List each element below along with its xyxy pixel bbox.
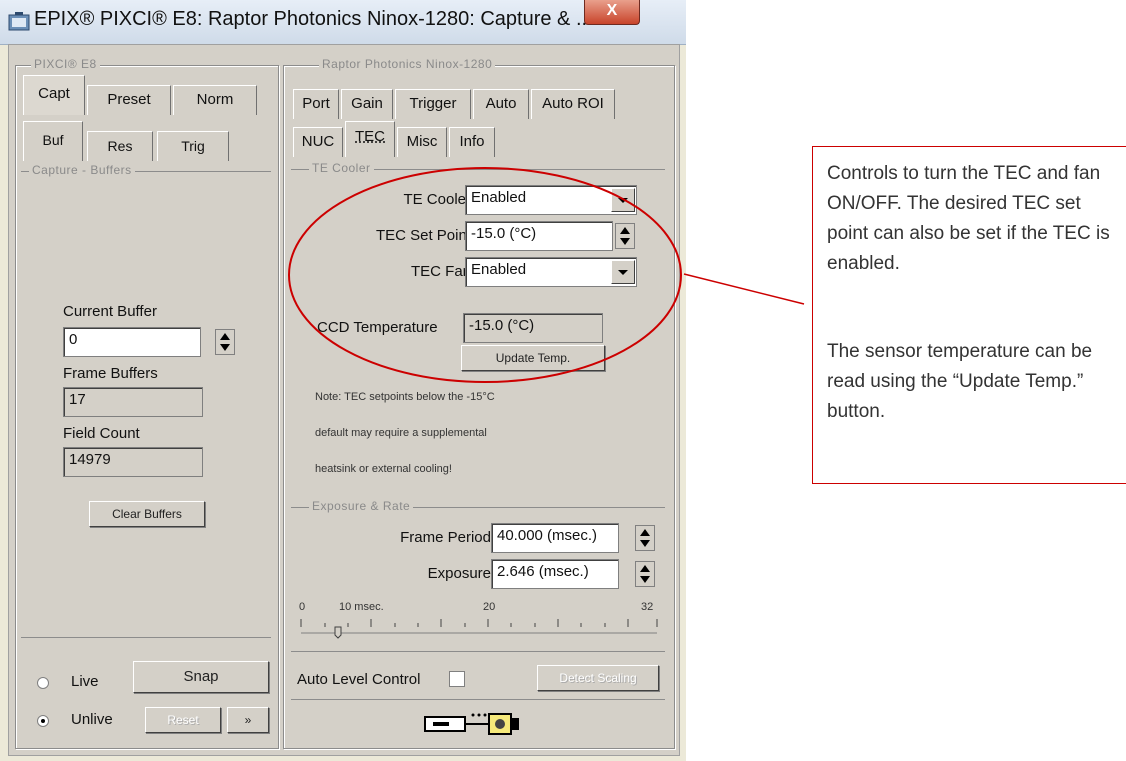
dialog-body: PIXCI® E8 Capt Preset Norm Buf Res Trig … xyxy=(8,44,680,756)
scale-label-32: 32 xyxy=(641,601,654,613)
tab-res[interactable]: Res xyxy=(87,131,153,161)
tab-port[interactable]: Port xyxy=(293,89,339,119)
exposure-group-title: Exposure & Rate xyxy=(309,499,414,513)
pixci-group-title: PIXCI® E8 xyxy=(31,57,100,71)
annotation-connector xyxy=(683,273,805,305)
reset-button[interactable]: Reset xyxy=(145,707,221,733)
tec-note-line2: default may require a supplemental xyxy=(315,427,487,439)
tab-info[interactable]: Info xyxy=(449,127,495,157)
annotation-box: Controls to turn the TEC and fan ON/OFF.… xyxy=(812,146,1126,484)
auto-level-label: Auto Level Control xyxy=(297,671,421,688)
spinner-arrows-icon xyxy=(640,529,650,547)
close-button[interactable]: X xyxy=(584,0,640,25)
exposure-input[interactable]: 2.646 (msec.) xyxy=(491,559,619,589)
annotation-text-2: The sensor temperature can be read using… xyxy=(827,341,1093,422)
tab-gain[interactable]: Gain xyxy=(341,89,393,119)
tab-tec[interactable]: TEC xyxy=(345,121,395,157)
slider-thumb xyxy=(334,626,342,639)
current-buffer-input[interactable]: 0 xyxy=(63,327,201,357)
camera-connection-icon xyxy=(424,713,519,735)
current-buffer-spinner[interactable] xyxy=(215,329,235,355)
highlight-ellipse xyxy=(288,167,682,383)
tec-note-line1: Note: TEC setpoints below the -15°C xyxy=(315,391,495,403)
detect-scaling-button[interactable]: Detect Scaling xyxy=(537,665,659,691)
tab-misc[interactable]: Misc xyxy=(397,127,447,157)
live-radio[interactable] xyxy=(37,677,49,689)
tab-capt[interactable]: Capt xyxy=(23,75,85,115)
tab-auto-roi[interactable]: Auto ROI xyxy=(531,89,615,119)
scale-label-20: 20 xyxy=(483,601,496,613)
live-label: Live xyxy=(71,673,99,690)
annotation-text-1: Controls to turn the TEC and fan ON/OFF.… xyxy=(827,163,1110,274)
tab-norm[interactable]: Norm xyxy=(173,85,257,115)
field-count-field: 14979 xyxy=(63,447,203,477)
tab-nuc[interactable]: NUC xyxy=(293,127,343,157)
auto-level-divider xyxy=(291,651,665,652)
frame-period-label: Frame Period xyxy=(400,529,491,546)
unlive-label: Unlive xyxy=(71,711,113,728)
app-icon xyxy=(8,12,30,31)
frame-buffers-field: 17 xyxy=(63,387,203,417)
frame-period-input[interactable]: 40.000 (msec.) xyxy=(491,523,619,553)
tab-trig[interactable]: Trig xyxy=(157,131,229,161)
tab-trigger[interactable]: Trigger xyxy=(395,89,471,119)
spinner-arrows-icon xyxy=(220,333,230,351)
spinner-arrows-icon xyxy=(640,565,650,583)
current-buffer-label: Current Buffer xyxy=(63,303,157,320)
exposure-slider[interactable] xyxy=(295,615,663,639)
clear-buffers-button[interactable]: Clear Buffers xyxy=(89,501,205,527)
tec-note-line3: heatsink or external cooling! xyxy=(315,463,452,475)
capture-buffers-title: Capture - Buffers xyxy=(29,163,135,177)
slider-ticks xyxy=(300,619,658,627)
frame-buffers-label: Frame Buffers xyxy=(63,365,158,382)
exposure-spinner[interactable] xyxy=(635,561,655,587)
snap-button[interactable]: Snap xyxy=(133,661,269,693)
live-controls-divider xyxy=(21,637,271,638)
tab-auto[interactable]: Auto xyxy=(473,89,529,119)
tab-buf[interactable]: Buf xyxy=(23,121,83,161)
unlive-radio[interactable] xyxy=(37,715,49,727)
exposure-label: Exposure xyxy=(427,565,491,582)
more-button[interactable]: » xyxy=(227,707,269,733)
auto-level-checkbox[interactable] xyxy=(449,671,465,687)
field-count-label: Field Count xyxy=(63,425,140,442)
raptor-group-title: Raptor Photonics Ninox-1280 xyxy=(319,57,496,71)
title-bar[interactable]: EPIX® PIXCI® E8: Raptor Photonics Ninox-… xyxy=(0,0,686,45)
window-title: EPIX® PIXCI® E8: Raptor Photonics Ninox-… xyxy=(34,8,593,30)
status-divider xyxy=(291,699,665,700)
frame-period-spinner[interactable] xyxy=(635,525,655,551)
tab-preset[interactable]: Preset xyxy=(87,85,171,115)
scale-label-10: 10 msec. xyxy=(339,601,384,613)
scale-label-0: 0 xyxy=(299,601,306,613)
